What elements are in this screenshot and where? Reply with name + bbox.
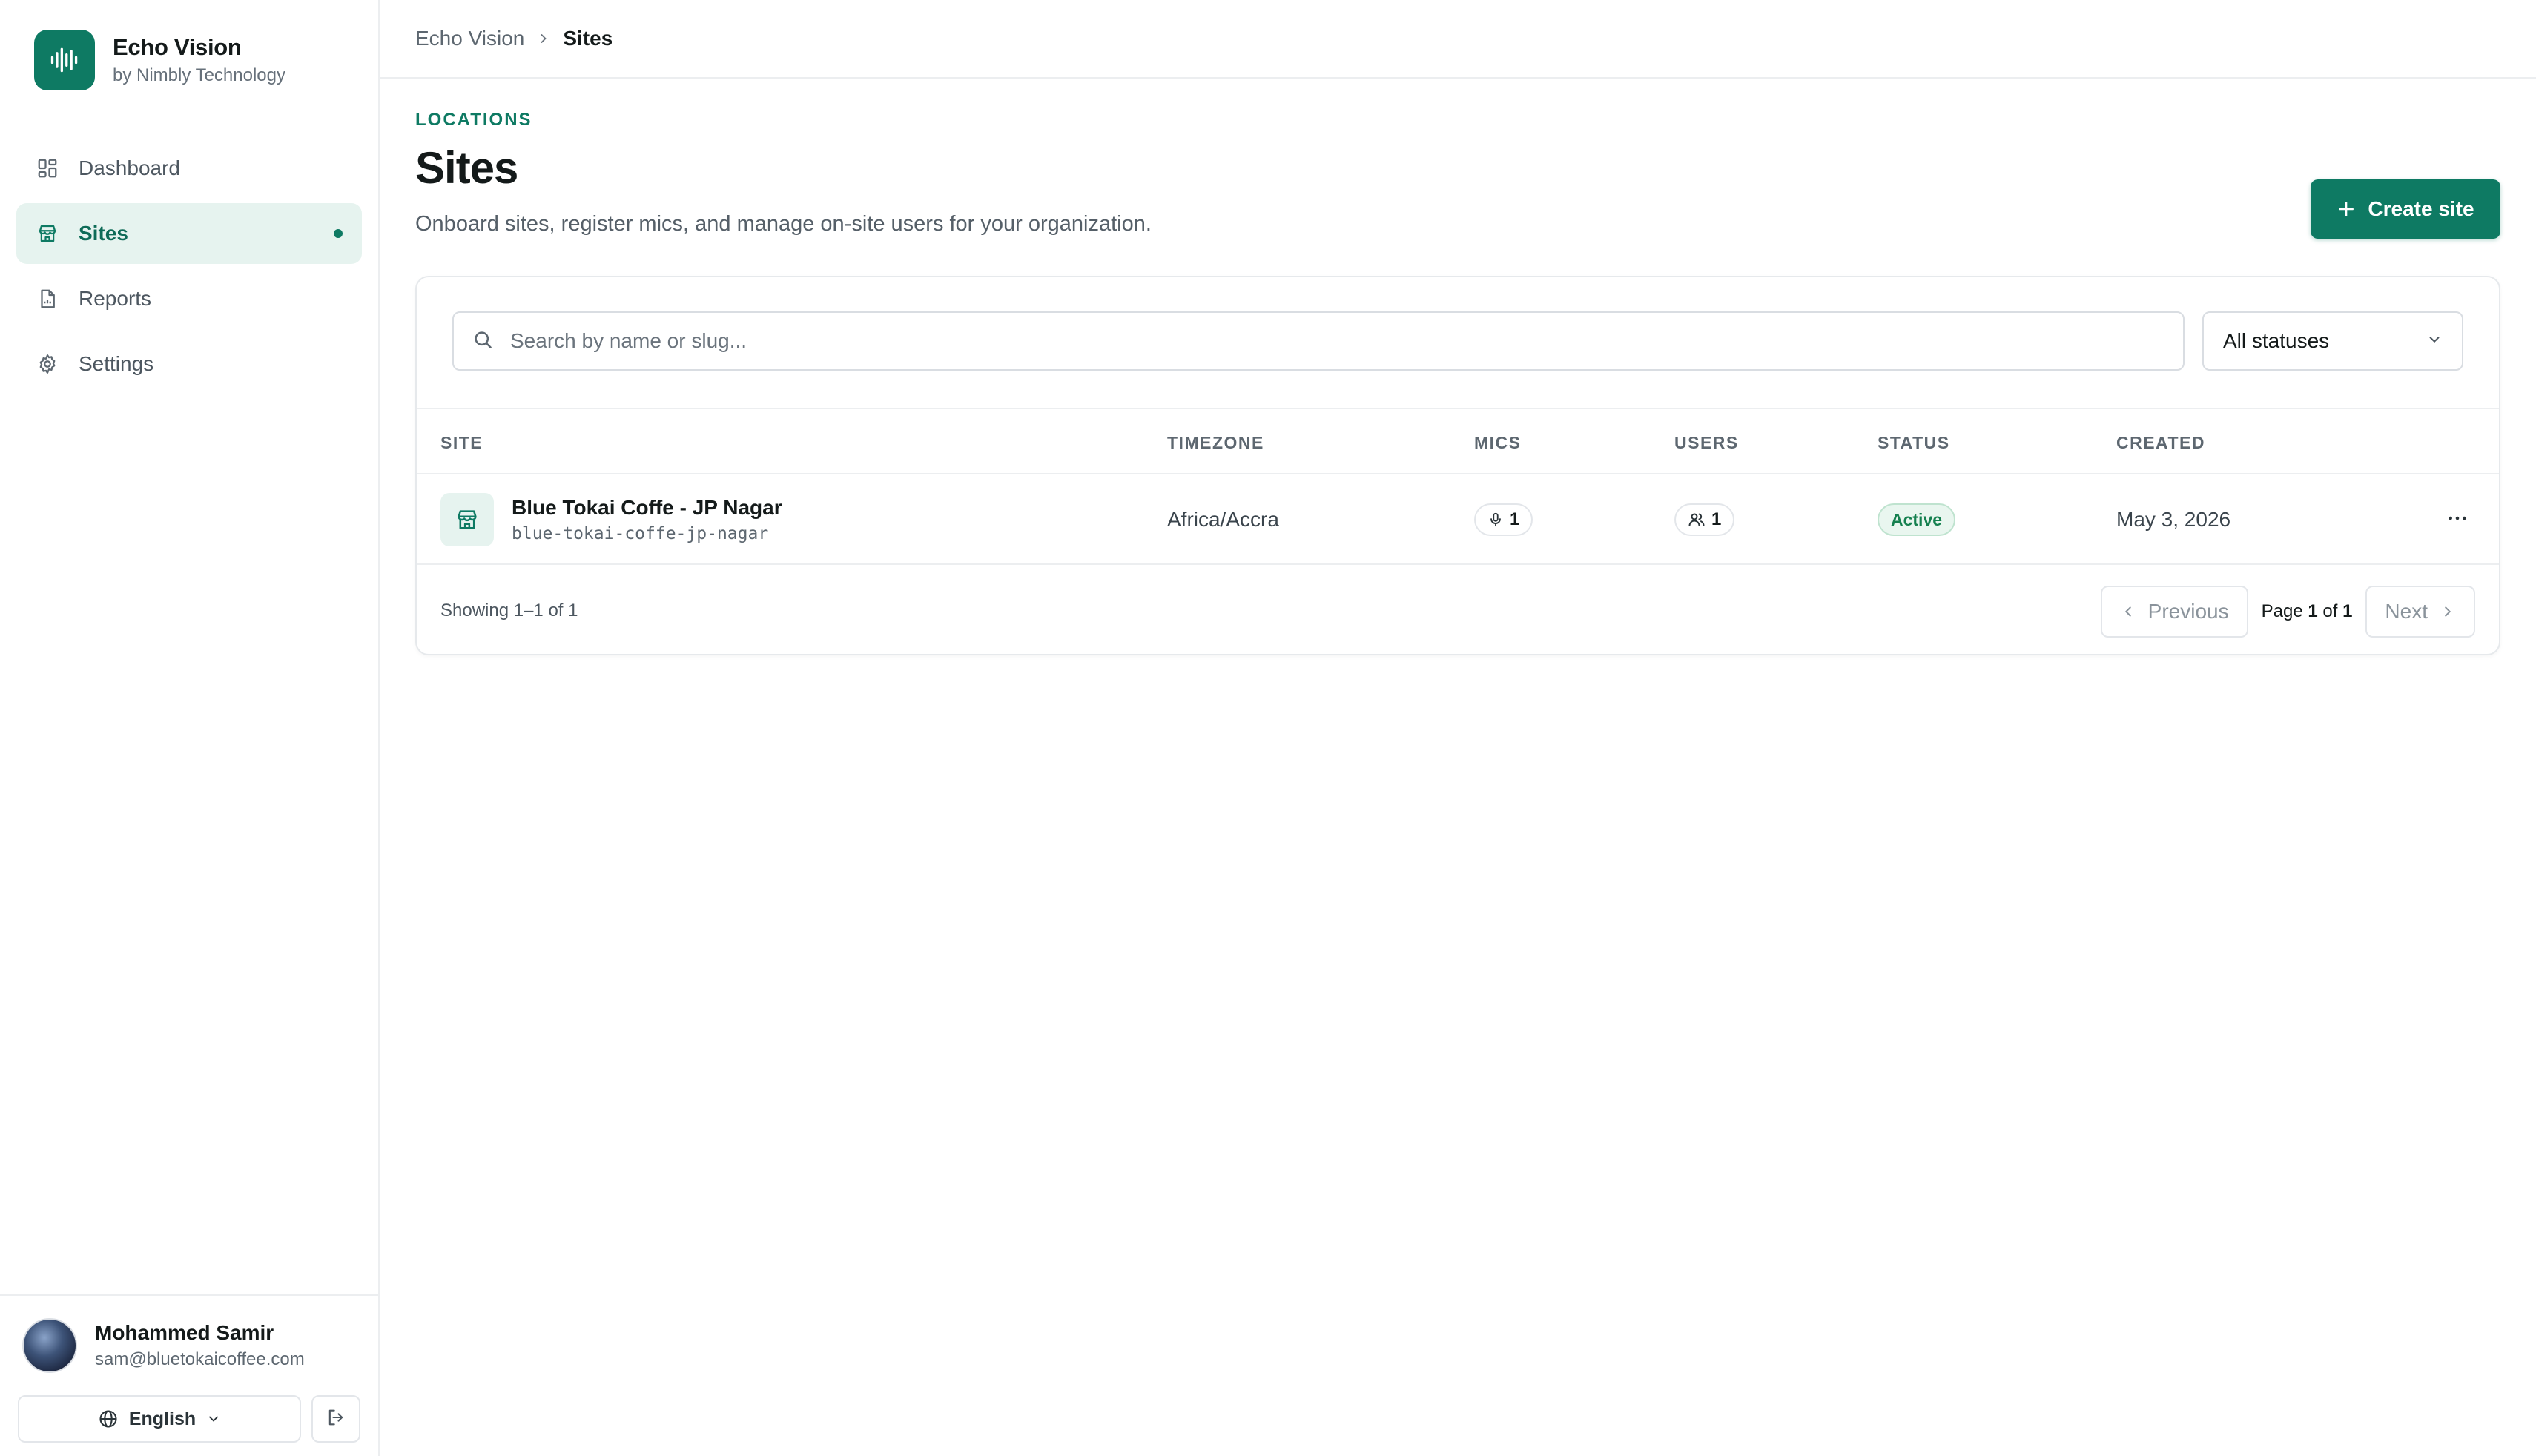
create-site-label: Create site — [2368, 197, 2474, 220]
user-profile[interactable]: Mohammed Samir sam@bluetokaicoffee.com — [22, 1318, 305, 1373]
sidebar-item-label: Reports — [79, 287, 152, 310]
table-header: SITE TIMEZONE MICS USERS STATUS CREATED — [417, 408, 2499, 474]
user-email: sam@bluetokaicoffee.com — [95, 1349, 305, 1369]
timezone-cell: Africa/Accra — [1167, 508, 1279, 531]
chevron-right-icon — [2440, 603, 2456, 620]
chevron-left-icon — [2120, 603, 2136, 620]
created-cell: May 3, 2026 — [2116, 508, 2231, 531]
store-icon — [36, 222, 59, 245]
logout-icon — [326, 1407, 346, 1432]
chevron-down-icon — [2426, 329, 2443, 353]
language-select[interactable]: English — [18, 1395, 301, 1443]
microphone-icon — [1487, 512, 1504, 528]
site-cell: Blue Tokai Coffe - JP Nagar blue-tokai-c… — [440, 474, 782, 565]
sidebar: Echo Vision by Nimbly Technology Dashboa… — [0, 0, 380, 1456]
file-icon — [36, 287, 59, 311]
column-header-site: SITE — [440, 433, 483, 452]
users-count-pill: 1 — [1674, 503, 1735, 536]
status-cell: Active — [1878, 474, 1956, 565]
mics-count-pill: 1 — [1474, 503, 1533, 536]
showing-count: Showing 1–1 of 1 — [440, 600, 578, 621]
status-filter-value: All statuses — [2223, 329, 2330, 352]
sidebar-item-label: Dashboard — [79, 156, 180, 179]
app-root: Echo Vision by Nimbly Technology Dashboa… — [0, 0, 2536, 1456]
status-filter-select[interactable]: All statuses — [2202, 311, 2463, 371]
next-label: Next — [2385, 600, 2428, 623]
search-box[interactable] — [452, 311, 2185, 371]
plus-icon — [2337, 199, 2356, 219]
search-input[interactable] — [510, 329, 2142, 353]
page-indicator: Page 1 of 1 — [2262, 601, 2353, 622]
globe-icon — [98, 1409, 119, 1429]
gear-icon — [36, 352, 59, 376]
status-badge: Active — [1878, 503, 1956, 536]
next-page-button[interactable]: Next — [2365, 586, 2475, 638]
language-label: English — [128, 1408, 197, 1429]
page-prefix: Page — [2261, 601, 2303, 621]
sidebar-footer: Mohammed Samir sam@bluetokaicoffee.com E… — [0, 1294, 378, 1456]
page-title: Sites — [415, 143, 518, 193]
sidebar-nav: Dashboard Sites Reports Settings — [16, 138, 362, 399]
page-eyebrow: LOCATIONS — [415, 110, 532, 130]
page-description: Onboard sites, register mics, and manage… — [415, 212, 1152, 236]
logout-button[interactable] — [311, 1395, 360, 1443]
table-footer: Showing 1–1 of 1 Previous Page 1 of 1 Ne… — [417, 566, 2499, 655]
dashboard-icon — [36, 156, 59, 180]
active-indicator-dot — [334, 229, 343, 238]
brand-subtitle: by Nimbly Technology — [113, 65, 286, 85]
chevron-right-icon — [536, 31, 551, 46]
page-current: 1 — [2308, 601, 2318, 621]
column-header-mics: MICS — [1474, 433, 1522, 452]
create-site-button[interactable]: Create site — [2311, 179, 2500, 239]
sidebar-item-label: Settings — [79, 352, 154, 375]
sidebar-item-reports[interactable]: Reports — [16, 268, 362, 329]
users-icon — [1688, 511, 1705, 529]
column-header-timezone: TIMEZONE — [1167, 433, 1264, 452]
mics-count: 1 — [1510, 509, 1520, 529]
site-name[interactable]: Blue Tokai Coffe - JP Nagar — [512, 496, 782, 520]
users-count: 1 — [1711, 509, 1722, 529]
sidebar-item-settings[interactable]: Settings — [16, 334, 362, 394]
store-icon — [440, 493, 494, 546]
column-header-users: USERS — [1674, 433, 1739, 452]
brand-name: Echo Vision — [113, 34, 242, 60]
previous-label: Previous — [2147, 600, 2229, 623]
chevron-down-icon — [206, 1412, 221, 1426]
breadcrumb-root-link[interactable]: Echo Vision — [415, 27, 524, 50]
user-name: Mohammed Samir — [95, 1321, 274, 1344]
main-content: Echo Vision Sites LOCATIONS Sites Onboar… — [380, 0, 2536, 1456]
breadcrumb: Echo Vision Sites — [415, 27, 612, 50]
sidebar-item-label: Sites — [79, 222, 128, 245]
sites-card: All statuses SITE TIMEZONE MICS USERS ST… — [415, 276, 2500, 655]
sites-table: SITE TIMEZONE MICS USERS STATUS CREATED — [417, 408, 2499, 565]
topbar: Echo Vision Sites — [380, 0, 2536, 79]
previous-page-button[interactable]: Previous — [2100, 586, 2248, 638]
mics-cell: 1 — [1474, 474, 1533, 565]
sidebar-item-dashboard[interactable]: Dashboard — [16, 138, 362, 199]
pagination: Previous Page 1 of 1 Next — [2100, 586, 2475, 638]
page-of: of — [2322, 601, 2338, 621]
users-cell: 1 — [1674, 474, 1735, 565]
waveform-logo-icon — [34, 30, 95, 90]
page-total: 1 — [2342, 601, 2353, 621]
column-header-status: STATUS — [1878, 433, 1950, 452]
column-header-created: CREATED — [2116, 433, 2205, 452]
site-slug: blue-tokai-coffe-jp-nagar — [512, 524, 769, 543]
sidebar-item-sites[interactable]: Sites — [16, 203, 362, 264]
brand[interactable]: Echo Vision by Nimbly Technology — [34, 30, 285, 90]
row-actions-button[interactable] — [2446, 474, 2469, 565]
table-row[interactable]: Blue Tokai Coffe - JP Nagar blue-tokai-c… — [417, 474, 2499, 565]
avatar — [22, 1318, 77, 1373]
search-icon — [472, 328, 494, 354]
breadcrumb-current: Sites — [563, 27, 613, 50]
more-horizontal-icon — [2446, 506, 2469, 534]
